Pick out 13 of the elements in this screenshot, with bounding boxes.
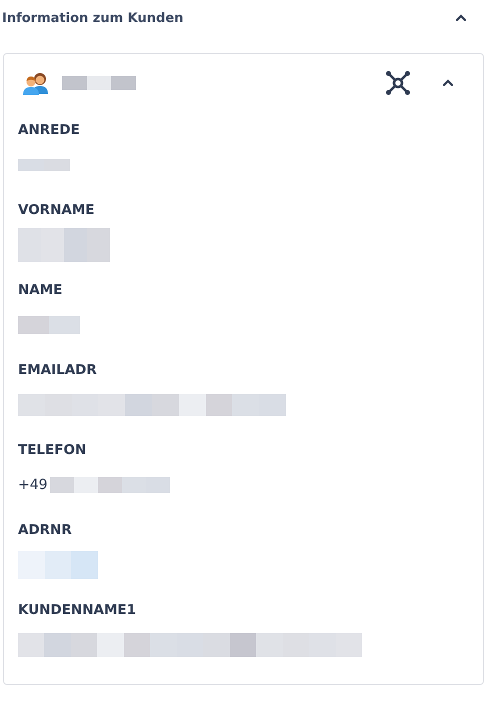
people-icon — [22, 71, 50, 95]
chevron-up-icon — [455, 14, 467, 22]
field-label: ANREDE — [18, 121, 81, 140]
field-label: VORNAME — [18, 201, 96, 220]
field-label: ADRNR — [18, 521, 73, 540]
field-label: TELEFON — [18, 441, 88, 460]
field-label: NAME — [18, 281, 64, 300]
field-label: EMAILADR — [18, 361, 98, 380]
network-icon[interactable] — [385, 70, 411, 96]
field-value: +49 — [18, 477, 48, 493]
section-title: Information zum Kunden — [2, 10, 184, 26]
field-label: KUNDENNAME1 — [18, 601, 138, 620]
chevron-up-icon — [442, 79, 454, 87]
